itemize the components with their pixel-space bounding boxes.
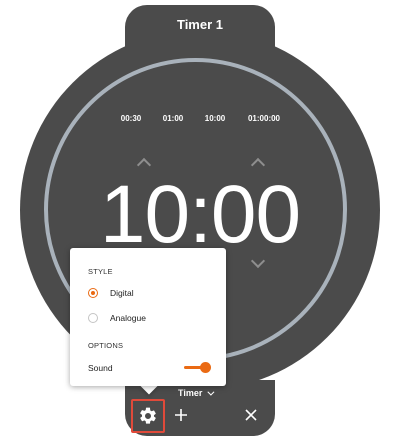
gear-icon bbox=[140, 407, 156, 424]
mode-label: Timer bbox=[178, 388, 203, 398]
style-option-digital[interactable]: Digital bbox=[88, 286, 134, 300]
close-timer-button[interactable] bbox=[241, 405, 261, 425]
preset-10-00[interactable]: 10:00 bbox=[205, 114, 225, 123]
plus-icon bbox=[175, 409, 187, 421]
settings-button[interactable] bbox=[131, 399, 165, 433]
style-option-label: Digital bbox=[110, 288, 134, 298]
preset-01-00-00[interactable]: 01:00:00 bbox=[248, 114, 280, 123]
options-heading: OPTIONS bbox=[88, 341, 124, 350]
style-option-analogue[interactable]: Analogue bbox=[88, 311, 146, 325]
timer-header bbox=[125, 5, 275, 65]
style-heading: STYLE bbox=[88, 267, 113, 276]
close-icon bbox=[245, 409, 257, 421]
preset-01-00[interactable]: 01:00 bbox=[163, 114, 183, 123]
radio-checked-icon bbox=[88, 288, 98, 298]
add-timer-button[interactable] bbox=[171, 405, 191, 425]
preset-00-30[interactable]: 00:30 bbox=[121, 114, 141, 123]
toggle-knob bbox=[200, 362, 211, 373]
radio-unchecked-icon bbox=[88, 313, 98, 323]
style-option-label: Analogue bbox=[110, 313, 146, 323]
sound-label: Sound bbox=[88, 363, 113, 373]
preset-bar: 00:30 01:00 10:00 01:00:00 bbox=[0, 114, 400, 128]
timer-title: Timer 1 bbox=[176, 17, 223, 32]
sound-toggle[interactable] bbox=[184, 361, 211, 373]
mode-dropdown[interactable]: Timer bbox=[178, 388, 215, 398]
settings-popup: STYLE Digital Analogue OPTIONS Sound bbox=[70, 248, 226, 386]
